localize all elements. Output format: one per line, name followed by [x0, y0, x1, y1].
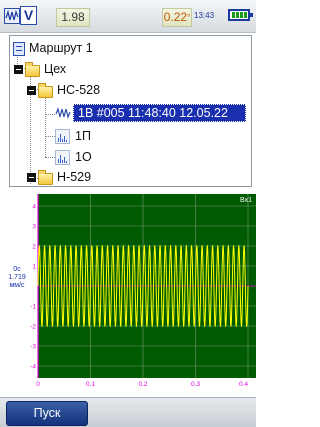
x-tick-label: 0.4: [239, 381, 248, 388]
y-readout-value: 1.719: [8, 274, 26, 281]
y-tick-label: -2: [30, 324, 36, 331]
y-tick-label: 3: [32, 224, 36, 231]
y-tick-label: 2: [32, 244, 36, 251]
waveform-icon: [55, 107, 71, 119]
tree-node-label: Н-529: [57, 170, 92, 184]
tree-node-label: НС-528: [57, 83, 101, 97]
x-axis-ticks: 0 0.1 0.2 0.3 0.4: [36, 381, 248, 388]
status-bar: V 1.98 0.22° 13:43: [0, 0, 256, 33]
measure-mode-indicator[interactable]: V: [20, 6, 37, 25]
x-tick-label: 0.2: [138, 381, 147, 388]
waveform-mode-icon[interactable]: [4, 8, 20, 24]
y-axis-ticks: 4 3 2 1 -1 -2 -3 -4: [30, 204, 36, 371]
spectrum-icon: [55, 150, 70, 165]
collapse-icon[interactable]: [27, 86, 36, 95]
y-readout-unit: мм/с: [9, 282, 25, 289]
tree-node-label: Маршрут 1: [29, 41, 93, 55]
route-icon: [13, 42, 25, 56]
route-tree[interactable]: Маршрут 1 Цех НС-528 1В #005 11:48:40 12…: [9, 35, 252, 187]
right-readout-value: 0.22: [163, 10, 188, 24]
tree-node-label: 1О: [75, 150, 92, 164]
folder-icon: [38, 83, 53, 98]
y-tick-label: -3: [30, 344, 36, 351]
tree-node-label: 1П: [75, 129, 91, 143]
y-tick-label: 4: [32, 204, 36, 211]
bottom-toolbar: Пуск: [0, 397, 256, 427]
collapse-icon[interactable]: [27, 173, 36, 182]
collapse-icon[interactable]: [14, 65, 23, 74]
battery-icon: [228, 9, 253, 21]
x-tick-label: 0.1: [86, 381, 95, 388]
waveform-chart[interactable]: 4321-1-2-3-4 0 0.1 0.2 0.3 0.4 Вх1 0с 1.719 …: [0, 190, 256, 396]
folder-icon: [25, 62, 40, 77]
y-tick-label: 1: [32, 264, 36, 271]
y-readout-label: 0с: [13, 266, 21, 273]
right-readout-unit: °: [187, 13, 191, 22]
right-readout: 0.22°: [162, 8, 192, 27]
tree-node-label: Цех: [44, 62, 67, 76]
y-tick-label: -1: [30, 304, 36, 311]
tree-node-label: 1В #005 11:48:40 12.05.22: [73, 104, 246, 122]
start-button[interactable]: Пуск: [6, 401, 88, 426]
folder-icon: [38, 170, 53, 185]
x-tick-label: 0.3: [191, 381, 200, 388]
y-tick-label: -4: [30, 364, 36, 371]
channel-label: Вх1: [240, 197, 252, 204]
waveform-plot[interactable]: 4 3 2 1 -1 -2 -3 -4 0 0.1 0.2 0.3 0.4 Вх1 0с 1.719 …: [0, 190, 256, 396]
clock: 13:43: [194, 11, 215, 20]
spectrum-icon: [55, 129, 70, 144]
left-readout: 1.98: [56, 8, 90, 27]
x-tick-label: 0: [36, 381, 40, 388]
